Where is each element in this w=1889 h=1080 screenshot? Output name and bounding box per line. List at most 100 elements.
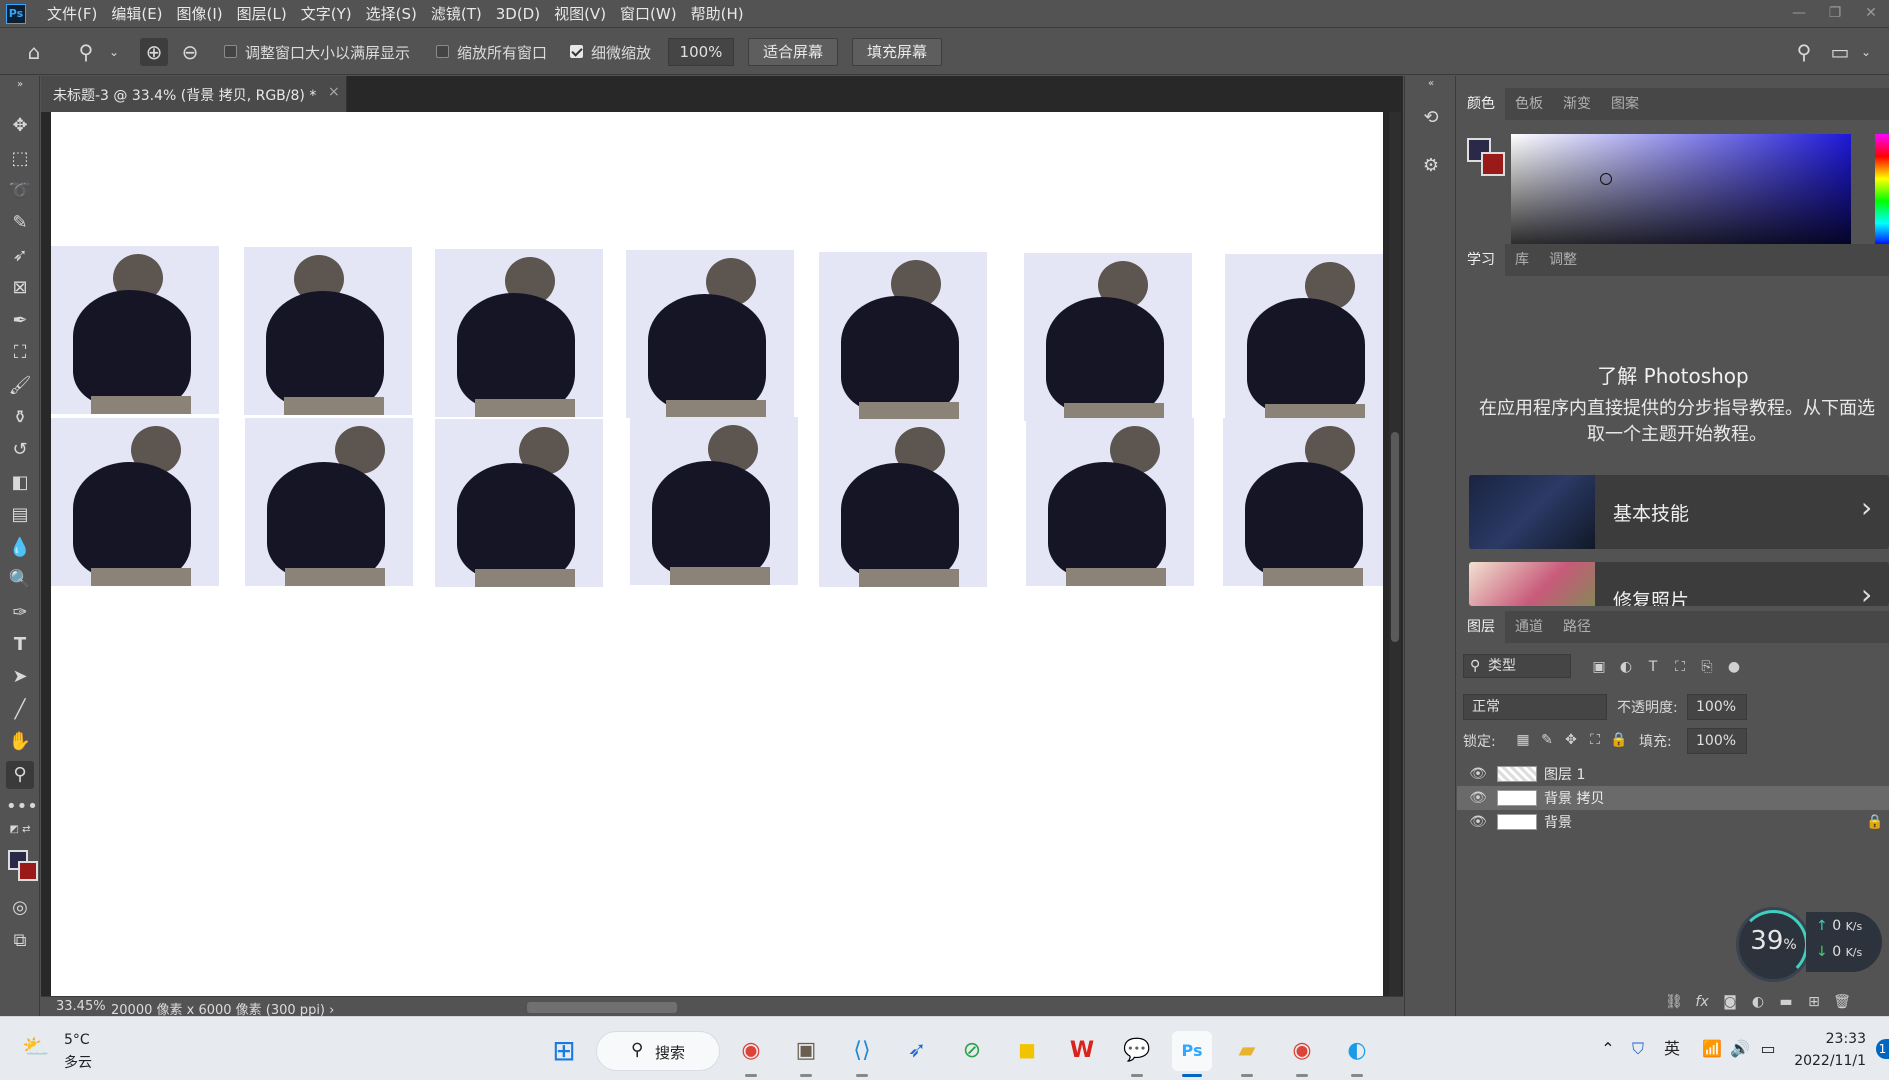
menu-image[interactable]: 图像(I) — [170, 0, 230, 28]
minimize-icon[interactable]: — — [1781, 0, 1817, 28]
close-window-icon[interactable]: ✕ — [1853, 0, 1889, 28]
zoom-level[interactable]: 33.45% — [56, 999, 106, 1014]
menu-layer[interactable]: 图层(L) — [230, 0, 294, 28]
quick-selection-tool-icon[interactable]: ✎ — [6, 209, 34, 237]
type-tool-icon[interactable]: T — [6, 631, 34, 659]
pixel-filter-icon[interactable]: ▣ — [1588, 656, 1610, 678]
file-explorer-icon[interactable]: ▰ — [1227, 1031, 1267, 1077]
menu-window[interactable]: 窗口(W) — [613, 0, 684, 28]
sublime-icon[interactable]: ▣ — [786, 1031, 826, 1077]
zoom-in-icon[interactable]: ⊕ — [140, 38, 168, 66]
notification-badge[interactable]: 1 — [1876, 1039, 1889, 1059]
gradient-tool-icon[interactable]: ▤ — [6, 501, 34, 529]
tab-layers[interactable]: 图层 — [1457, 611, 1505, 643]
screen-mode-icon[interactable]: ⧉ — [6, 927, 34, 955]
clock-date[interactable]: 2022/11/1 — [1790, 1053, 1866, 1069]
tab-patterns[interactable]: 图案 — [1601, 88, 1649, 120]
lasso-tool-icon[interactable]: ➰ — [6, 177, 34, 205]
performance-gauge[interactable]: 39% — [1736, 907, 1811, 982]
search-icon[interactable]: ⚲ — [1790, 38, 1818, 66]
zoom-out-icon[interactable]: ⊖ — [176, 38, 204, 66]
blend-mode-dropdown[interactable]: 正常 — [1463, 694, 1607, 720]
brush-tool-icon[interactable]: 🖌 — [6, 372, 34, 400]
sticky-notes-icon[interactable]: ◼ — [1007, 1031, 1047, 1071]
filter-toggle-icon[interactable]: ● — [1723, 656, 1745, 678]
dodge-tool-icon[interactable]: 🔍 — [6, 566, 34, 594]
lock-all-icon[interactable]: 🔒 — [1608, 729, 1630, 751]
add-mask-icon[interactable]: ◙ — [1719, 991, 1741, 1013]
properties-panel-icon[interactable]: ⚙ — [1417, 152, 1445, 180]
lock-position-icon[interactable]: ✥ — [1560, 729, 1582, 751]
blur-tool-icon[interactable]: 💧 — [6, 534, 34, 562]
input-method-label[interactable]: 英 — [1660, 1037, 1684, 1061]
visibility-eye-icon[interactable]: 👁 — [1467, 763, 1489, 785]
layer-filter-dropdown[interactable]: ⚲ 类型 — [1463, 654, 1571, 678]
tab-color[interactable]: 颜色 — [1457, 88, 1505, 120]
scrubby-zoom-checkbox[interactable] — [570, 45, 583, 58]
workspace-chevron-icon[interactable]: ⌄ — [1852, 38, 1880, 66]
zoom-tool-icon[interactable]: ⚲ — [6, 761, 34, 789]
menu-type[interactable]: 文字(Y) — [294, 0, 359, 28]
tab-gradients[interactable]: 渐变 — [1553, 88, 1601, 120]
visibility-eye-icon[interactable]: 👁 — [1467, 787, 1489, 809]
resize-windows-checkbox[interactable] — [224, 45, 237, 58]
background-color-swatch[interactable] — [18, 861, 38, 881]
menu-edit[interactable]: 编辑(E) — [104, 0, 169, 28]
lock-artboard-icon[interactable]: ⛶ — [1584, 729, 1606, 751]
tab-libraries[interactable]: 库 — [1505, 244, 1539, 276]
fit-screen-button[interactable]: 适合屏幕 — [748, 38, 838, 66]
move-tool-icon[interactable]: ✥ — [6, 112, 34, 140]
new-layer-icon[interactable]: ⊞ — [1803, 991, 1825, 1013]
layer-row[interactable]: 👁 图层 1 — [1457, 762, 1889, 786]
taskbar-search[interactable]: ⚲ 搜索 — [596, 1031, 720, 1071]
zoom-all-windows-checkbox[interactable] — [436, 45, 449, 58]
tab-swatches[interactable]: 色板 — [1505, 88, 1553, 120]
opacity-field[interactable]: 100% — [1687, 694, 1747, 720]
clock-time[interactable]: 23:33 — [1806, 1031, 1866, 1047]
canvas[interactable] — [51, 112, 1383, 998]
photoshop-logo-icon[interactable]: Ps — [6, 4, 26, 24]
lock-transparency-icon[interactable]: ▦ — [1512, 729, 1534, 751]
horizontal-scrollbar-thumb[interactable] — [527, 1002, 677, 1013]
color-picker-marker[interactable] — [1600, 173, 1612, 185]
object-selection-tool-icon[interactable]: ➶ — [6, 242, 34, 270]
eraser-tool-icon[interactable]: ◧ — [6, 469, 34, 497]
vertical-scrollbar-thumb[interactable] — [1391, 432, 1399, 642]
layer-row[interactable]: 👁 背景 拷贝 — [1457, 786, 1889, 810]
path-selection-tool-icon[interactable]: ➤ — [6, 663, 34, 691]
crop-tool-icon[interactable]: ⛶ — [6, 339, 34, 367]
tab-channels[interactable]: 通道 — [1505, 611, 1553, 643]
workspace-icon[interactable]: ▭ — [1826, 38, 1854, 66]
quick-mask-icon[interactable]: ◎ — [6, 894, 34, 922]
eyedropper-tool-icon[interactable]: ✒ — [6, 307, 34, 335]
vertical-scrollbar[interactable] — [1389, 112, 1401, 998]
weather-temperature[interactable]: 5°C — [64, 1032, 90, 1048]
stamp-tool-icon[interactable]: ⚱ — [6, 404, 34, 432]
more-tools-icon[interactable]: ••• — [6, 793, 38, 821]
fill-field[interactable]: 100% — [1687, 728, 1747, 754]
document-tab[interactable]: 未标题-3 @ 33.4% (背景 拷贝, RGB/8) * × — [41, 76, 347, 112]
fill-screen-button[interactable]: 填充屏幕 — [852, 38, 942, 66]
smart-object-filter-icon[interactable]: ⎘ — [1696, 656, 1718, 678]
history-brush-tool-icon[interactable]: ↺ — [6, 436, 34, 464]
background-color-swatch[interactable] — [1481, 152, 1505, 176]
type-filter-icon[interactable]: T — [1642, 656, 1664, 678]
new-group-icon[interactable]: ▬ — [1775, 991, 1797, 1013]
wechat-icon[interactable]: 💬 — [1117, 1031, 1157, 1077]
menu-3d[interactable]: 3D(D) — [489, 0, 547, 28]
menu-filter[interactable]: 滤镜(T) — [424, 0, 489, 28]
learn-card-fix-photos[interactable]: 修复照片 › — [1469, 562, 1889, 606]
history-panel-icon[interactable]: ⟲ — [1417, 104, 1445, 132]
layer-style-icon[interactable]: fx — [1691, 991, 1713, 1013]
default-colors-icon[interactable]: ◩ ⇄ — [6, 822, 34, 838]
menu-view[interactable]: 视图(V) — [547, 0, 613, 28]
zoom-tool-icon[interactable]: ⚲ — [72, 38, 100, 66]
qq-icon[interactable]: ◐ — [1337, 1031, 1377, 1077]
vscode-icon[interactable]: ⟨⟩ — [842, 1031, 882, 1077]
collapse-toolbar-icon[interactable]: » — [6, 78, 34, 92]
chrome-profile-icon[interactable]: ◉ — [1282, 1031, 1322, 1077]
pen-tool-icon[interactable]: ✑ — [6, 599, 34, 627]
marquee-tool-icon[interactable]: ⬚ — [6, 145, 34, 173]
photoshop-icon[interactable]: Ps — [1172, 1031, 1212, 1077]
wps-icon[interactable]: W — [1062, 1031, 1102, 1071]
